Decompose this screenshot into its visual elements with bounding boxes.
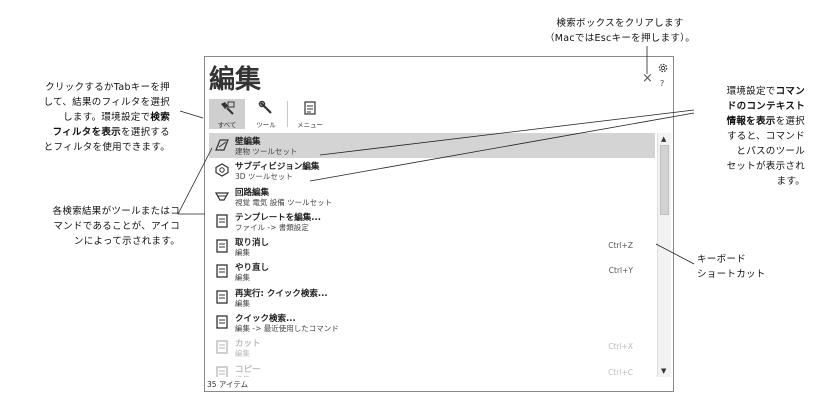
filter-divider [287,101,288,127]
filter-label: すべて [217,121,237,129]
menu-command-icon [216,340,228,355]
result-context: 建物 ツールセット [235,147,298,156]
clear-search-callout: 検索ボックスをクリアします （MacではEscキーを押します）。 [520,16,720,46]
menu-icon [304,101,316,115]
callout-text: とフィルタを使用できます。 [43,142,170,153]
circuit-icon [215,191,229,201]
all-filter-icon [221,101,235,115]
icon-type-callout: 各検索結果がツールまたはコ マンドであることが、アイコ ンによって示されます。 [14,204,180,249]
menu-command-icon [216,214,228,228]
result-context: ファイル -> 書類設定 [235,222,309,232]
help-button[interactable]: ? [660,79,664,88]
callout-text: 各検索結果がツールまたはコ [52,206,180,217]
callout-text: セットが表示され [726,161,805,172]
list-item[interactable]: やり直し 編集 Ctrl+Y [209,259,655,284]
callout-text: クリックするかTabキーを押 [45,82,170,93]
list-item[interactable]: 壁編集 建物 ツールセット [209,133,655,159]
callout-text: フィルタを表示を選択する [52,127,170,138]
result-context: 3D ツールセット [235,172,293,182]
menu-command-icon [216,239,228,253]
keyboard-shortcut: Ctrl+Z [608,241,633,251]
list-item[interactable]: コピー 編集 Ctrl+C [209,361,655,377]
shortcut-callout: キーボード ショートカット [697,252,797,282]
result-context: 編集 [235,298,250,308]
list-item[interactable]: 再実行: クイック検索... 編集 [209,285,655,310]
list-item[interactable]: 回路編集 視覚 電気 設備 ツールセット [209,184,655,209]
result-context: 編集 [235,374,250,377]
search-input[interactable]: 編集 [209,59,261,96]
scroll-up-icon[interactable]: ▲ [661,135,666,143]
callout-text: キーボード [697,254,747,265]
filter-all[interactable]: すべて [209,99,245,129]
scrollbar[interactable]: ▲ ▼ [657,133,671,377]
context-info-callout: 環境設定でコマン ドのコンテキスト 情報を表示を選択 すると、コマンド とパスの… [695,84,805,189]
filter-tools[interactable]: ツール [248,99,284,129]
callout-text: 環境設定でコマン [726,86,805,97]
list-item[interactable]: テンプレートを編集... ファイル -> 書類設定 [209,209,655,234]
subdivision-icon [215,163,229,177]
clear-search-button[interactable]: × [642,71,653,86]
wall-edit-icon [215,139,229,151]
callout-text: ます。 [776,176,805,187]
result-context: 編集 -> 最近使用したコマンド [235,324,339,334]
callout-text: ドのコンテキスト [726,101,805,112]
scroll-down-icon[interactable]: ▼ [661,367,666,375]
menu-command-icon [216,366,228,377]
keyboard-shortcut: Ctrl+X [608,342,633,352]
result-context: 編集 [235,349,250,359]
keyboard-shortcut: Ctrl+C [608,367,633,377]
filter-callout: クリックするかTabキーを押 して、結果のフィルタを選択 します。環境設定で検索… [20,80,170,155]
list-item[interactable]: 取り消し 編集 Ctrl+Z [209,234,655,259]
leader-line-filter [179,110,204,119]
callout-text: マンドであることが、アイコ [53,221,180,232]
wrench-icon [258,100,272,114]
menu-command-icon [216,290,228,304]
callout-text: ンによって示されます。 [73,236,180,247]
filter-bar: すべて ツール メニュー [209,99,331,129]
results-list: 壁編集 建物 ツールセット サブディビジョン編集 3D ツールセット 回路編集 … [209,133,655,377]
menu-command-icon [216,315,228,329]
callout-text: すると、コマンド [726,131,805,142]
callout-text: 情報を表示を選択 [726,116,805,127]
result-context: 編集 [235,273,250,283]
filter-menu[interactable]: メニュー [292,99,328,129]
item-count: 35 アイテム [207,380,249,389]
keyboard-shortcut: Ctrl+Y [608,266,633,276]
result-context: 編集 [235,248,250,258]
list-item[interactable]: サブディビジョン編集 3D ツールセット [209,158,655,183]
filter-label: メニュー [297,121,323,129]
quick-search-palette: 編集 × ? すべて ツール メニュー 壁編集 建物 ツールセット サブディビジ… [204,56,674,392]
callout-text: （MacではEscキーを押します）。 [544,33,696,44]
callout-text: とパスのツール [736,146,805,157]
list-item[interactable]: カット 編集 Ctrl+X [209,335,655,360]
result-context: 視覚 電気 設備 ツールセット [235,197,333,207]
scroll-thumb[interactable] [660,145,669,215]
callout-text: します。環境設定で検索 [63,112,170,123]
filter-label: ツール [256,121,276,129]
callout-text: ショートカット [697,269,766,280]
callout-text: 検索ボックスをクリアします [556,18,684,29]
callout-text: して、結果のフィルタを選択 [43,97,170,108]
gear-icon[interactable] [657,62,669,74]
list-item[interactable]: クイック検索... 編集 -> 最近使用したコマンド [209,310,655,335]
menu-command-icon [216,264,228,279]
